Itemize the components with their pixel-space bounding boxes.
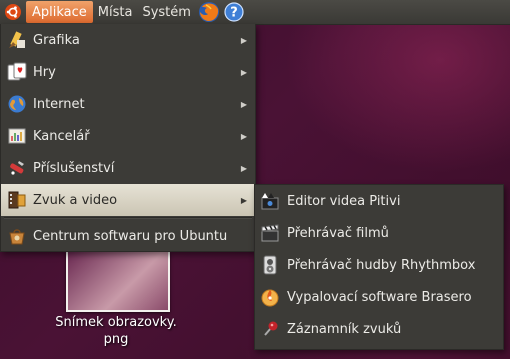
- applications-menu: Grafika ▶ Hry ▶ Internet ▶ Kancelář ▶ Př…: [0, 24, 256, 252]
- menu-item-internet[interactable]: Internet ▶: [1, 88, 255, 120]
- menu-separator: [4, 217, 252, 219]
- desktop-file-label-line2: png: [103, 332, 129, 347]
- submenu-arrow-icon: ▶: [240, 67, 247, 77]
- software-center-icon: [6, 225, 28, 247]
- places-menu-button[interactable]: Místa: [93, 0, 138, 24]
- submenu-arrow-icon: ▶: [240, 35, 247, 45]
- svg-text:?: ?: [230, 6, 238, 21]
- menu-item-zvuk-a-video[interactable]: Zvuk a video ▶: [1, 184, 255, 216]
- menu-item-label: Editor videa Pitivi: [287, 193, 401, 209]
- help-icon[interactable]: ?: [222, 0, 246, 24]
- menu-item-label: Internet: [33, 96, 85, 112]
- menu-item-label: Přehrávač hudby Rhythmbox: [287, 257, 476, 273]
- menu-item-centrum-softwaru[interactable]: Centrum softwaru pro Ubuntu: [1, 220, 255, 252]
- screenshot-thumbnail: [66, 252, 170, 312]
- ubuntu-logo-icon[interactable]: [0, 0, 26, 24]
- submenu-arrow-icon: ▶: [240, 131, 247, 141]
- internet-globe-icon: [6, 93, 28, 115]
- submenu-arrow-icon: ▶: [240, 195, 247, 205]
- menu-item-movie-player[interactable]: Přehrávač filmů: [255, 217, 503, 249]
- menu-item-grafika[interactable]: Grafika ▶: [1, 24, 255, 56]
- menu-item-hry[interactable]: Hry ▶: [1, 56, 255, 88]
- sound-recorder-icon: [259, 318, 281, 340]
- menu-item-label: Záznamník zvuků: [287, 321, 402, 337]
- top-panel: Aplikace Místa Systém ?: [0, 0, 510, 25]
- desktop-file-screenshot[interactable]: Snímek obrazovky. png: [40, 252, 220, 352]
- menu-item-label: Hry: [33, 64, 56, 80]
- pitivi-icon: [259, 190, 281, 212]
- rhythmbox-icon: [259, 254, 281, 276]
- games-icon: [6, 61, 28, 83]
- menu-item-label: Kancelář: [33, 128, 90, 144]
- menu-item-label: Centrum softwaru pro Ubuntu: [33, 228, 228, 244]
- accessories-icon: [6, 157, 28, 179]
- menu-item-label: Příslušenství: [33, 160, 115, 176]
- menu-item-brasero[interactable]: Vypalovací software Brasero: [255, 281, 503, 313]
- submenu-arrow-icon: ▶: [240, 163, 247, 173]
- desktop-file-label-line1: Snímek obrazovky.: [55, 315, 177, 330]
- desktop-file-label: Snímek obrazovky. png: [40, 314, 192, 348]
- menu-item-prislusenstvi[interactable]: Příslušenství ▶: [1, 152, 255, 184]
- menu-item-sound-recorder[interactable]: Záznamník zvuků: [255, 313, 503, 345]
- menu-item-pitivi[interactable]: Editor videa Pitivi: [255, 185, 503, 217]
- applications-menu-button[interactable]: Aplikace: [26, 1, 93, 23]
- submenu-arrow-icon: ▶: [240, 99, 247, 109]
- office-icon: [6, 125, 28, 147]
- system-menu-button[interactable]: Systém: [137, 0, 195, 24]
- menu-item-label: Grafika: [33, 32, 80, 48]
- firefox-icon[interactable]: [196, 0, 222, 24]
- menu-item-label: Přehrávač filmů: [287, 225, 389, 241]
- sound-video-submenu: Editor videa Pitivi Přehrávač filmů Přeh…: [254, 184, 504, 350]
- menu-item-label: Zvuk a video: [33, 192, 118, 208]
- brasero-icon: [259, 286, 281, 308]
- menu-item-kancelar[interactable]: Kancelář ▶: [1, 120, 255, 152]
- movie-player-icon: [259, 222, 281, 244]
- graphics-icon: [6, 29, 28, 51]
- sound-video-icon: [6, 189, 28, 211]
- menu-item-label: Vypalovací software Brasero: [287, 289, 472, 305]
- menu-item-rhythmbox[interactable]: Přehrávač hudby Rhythmbox: [255, 249, 503, 281]
